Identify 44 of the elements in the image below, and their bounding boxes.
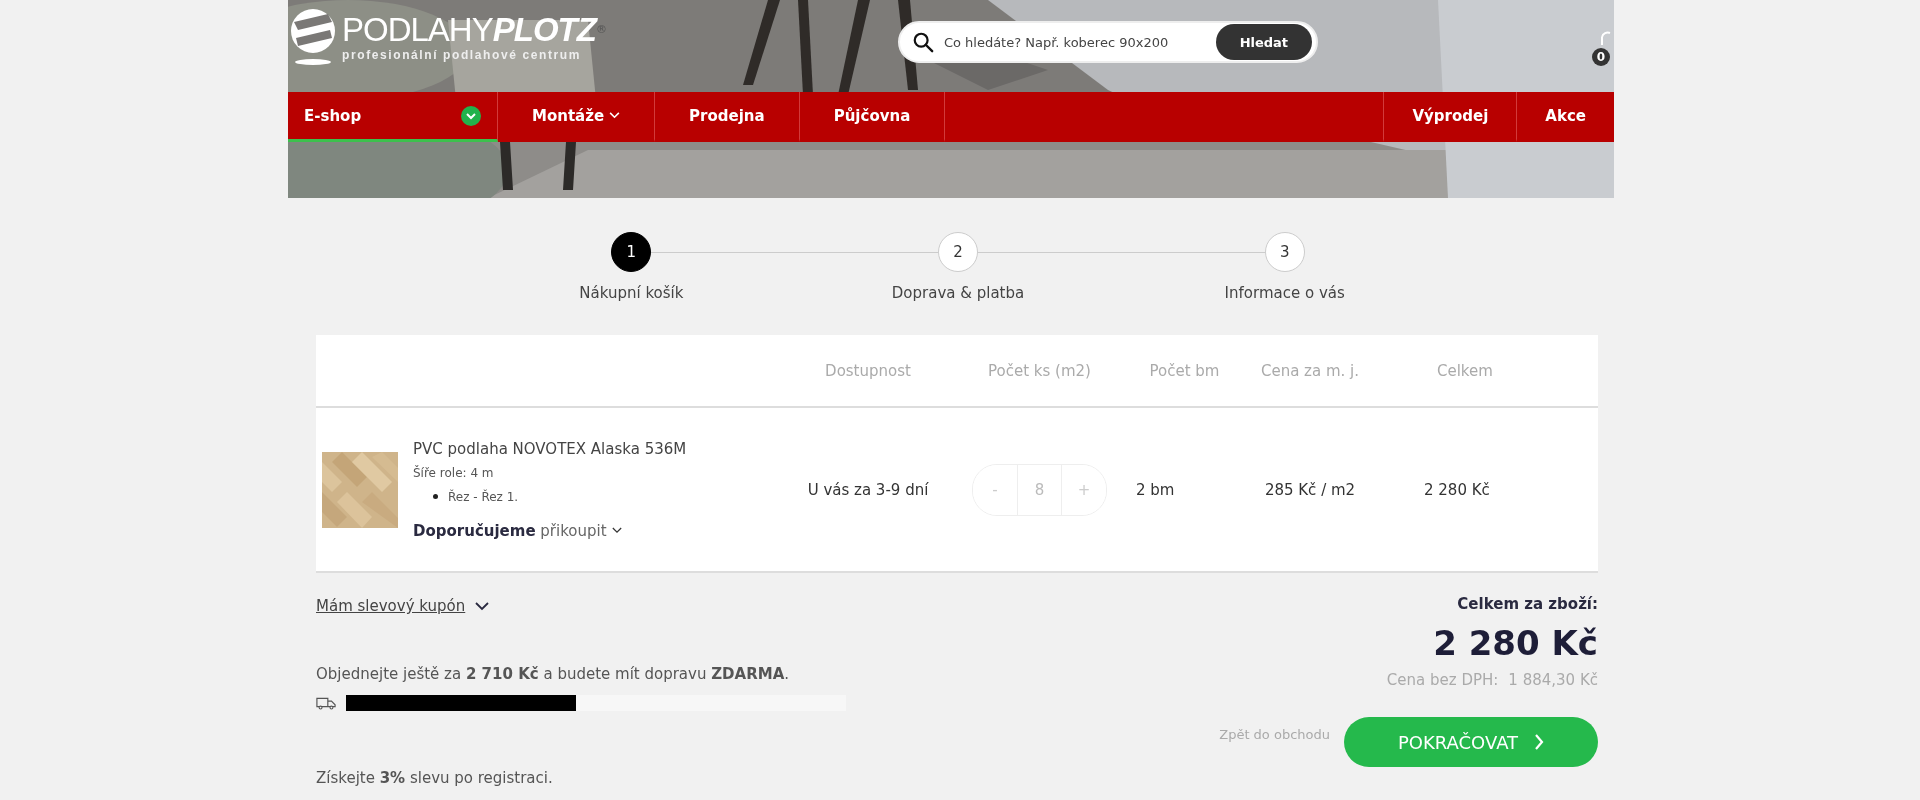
chevron-down-icon xyxy=(611,527,622,534)
net-price-label: Cena bez DPH: xyxy=(1386,671,1499,689)
table-cell: 2 bm xyxy=(1136,480,1175,499)
unit-price: 285 Kč / m2 xyxy=(1264,480,1356,499)
step-label: Nákupní košík xyxy=(579,284,684,302)
recommend-toggle[interactable]: Doporučujeme přikoupit xyxy=(413,521,607,540)
nav-tab[interactable]: Montáže xyxy=(498,92,656,142)
product-detail: Šíře role: 4 m xyxy=(413,465,494,480)
column-header: Počet ks (m2) xyxy=(988,361,1091,380)
bullet-icon xyxy=(433,494,438,499)
product-option: Řez - Řez 1. xyxy=(448,489,519,504)
chevron-down-icon xyxy=(475,601,490,611)
column-header: Cena za m. j. xyxy=(1260,361,1360,380)
nav-tab[interactable]: Výprodej xyxy=(1383,92,1517,142)
logo-tagline: profesionální podlahové centrum xyxy=(342,48,582,62)
availability: U vás za 3-9 dní xyxy=(807,480,929,499)
logo-icon[interactable] xyxy=(288,8,338,66)
search-icon xyxy=(911,31,934,53)
truck-icon xyxy=(316,696,336,710)
nav-tab[interactable]: E-shop xyxy=(288,92,498,142)
step-number[interactable]: 3 xyxy=(1264,232,1305,272)
coupon-link[interactable]: Mám slevový kupón xyxy=(316,597,466,615)
row-total: 2 280 Kč xyxy=(1424,480,1490,499)
product-name[interactable]: PVC podlaha NOVOTEX Alaska 536M xyxy=(413,439,687,458)
chevron-down-icon xyxy=(461,105,481,126)
step-label: Informace o vás xyxy=(1224,284,1345,302)
column-header: Dostupnost xyxy=(825,361,911,380)
total-price: 2 280 Kč xyxy=(1433,623,1598,663)
column-header: Počet bm xyxy=(1149,361,1220,380)
step-number[interactable]: 2 xyxy=(938,232,978,272)
search-button[interactable]: Hledat xyxy=(1215,24,1312,60)
nav-tab[interactable]: Prodejna xyxy=(655,92,800,142)
total-label: Celkem za zboží: xyxy=(1457,595,1598,613)
nav-tab[interactable]: Akce xyxy=(1516,92,1614,142)
net-price: 1 884,30 Kč xyxy=(1508,671,1598,689)
search-field[interactable]: Co hledáte? Např. koberec 90x200 Hledat xyxy=(897,21,1318,63)
free-shipping-note: Objednejte ještě za 2 710 Kč a budete mít dopravu ZDARMA. xyxy=(316,665,791,683)
step-label: Doprava & platba xyxy=(891,284,1025,302)
column-header: Celkem xyxy=(1437,361,1493,380)
step-number[interactable]: 1 xyxy=(611,232,652,272)
registration-note: Získejte 3% slevu po registraci. xyxy=(316,769,554,787)
nav-tab[interactable]: Půjčovna xyxy=(799,92,946,142)
chevron-right-icon xyxy=(1534,734,1545,750)
chevron-down-icon xyxy=(609,112,621,119)
